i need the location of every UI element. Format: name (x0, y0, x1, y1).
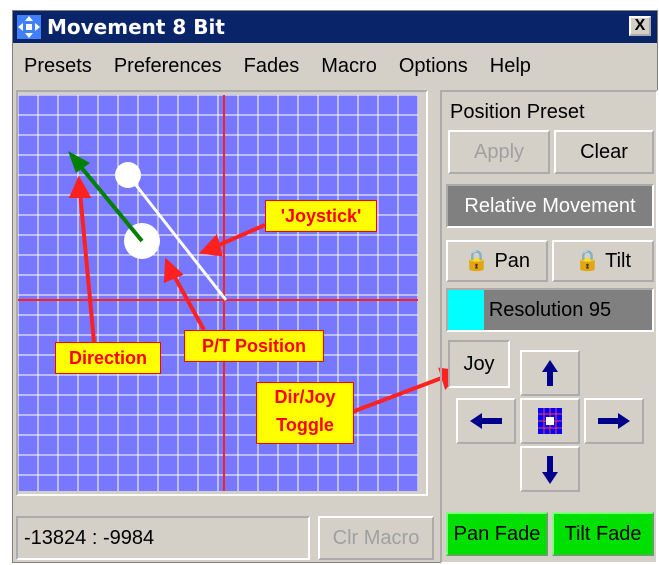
lock-icon: 🔒 (463, 250, 489, 272)
dir-joy-callout: Dir/Joy Toggle (256, 382, 354, 444)
apply-button[interactable]: Apply (448, 130, 550, 174)
resolution-label: Resolution 95 (488, 299, 612, 321)
clear-button[interactable]: Clear (554, 130, 654, 174)
resolution-slider[interactable]: Resolution 95 (446, 288, 654, 332)
clr-macro-button[interactable]: Clr Macro (318, 516, 434, 560)
joy-toggle-button[interactable]: Joy (448, 340, 510, 388)
arrow-up-icon (542, 360, 558, 386)
lock-icon: 🔒 (574, 250, 600, 272)
center-button[interactable] (520, 398, 580, 444)
down-button[interactable] (520, 446, 580, 492)
arrow-down-icon (542, 456, 558, 484)
tilt-lock-label: Tilt (605, 250, 632, 272)
tilt-fade-button[interactable]: Tilt Fade (552, 512, 654, 556)
tilt-lock-button[interactable]: 🔒 Tilt (552, 240, 654, 282)
center-grid-icon (538, 408, 562, 434)
pan-fade-button[interactable]: Pan Fade (446, 512, 548, 556)
pan-lock-label: Pan (494, 250, 531, 272)
relative-movement-button[interactable]: Relative Movement (446, 184, 654, 228)
dir-joy-callout-line2: Toggle (276, 415, 334, 435)
position-preset-label: Position Preset (450, 101, 585, 123)
direction-callout: Direction (55, 342, 161, 374)
right-button[interactable] (584, 398, 644, 444)
up-button[interactable] (520, 350, 580, 396)
arrow-right-icon (598, 413, 630, 429)
left-button[interactable] (456, 398, 516, 444)
joystick-callout: 'Joystick' (265, 200, 377, 232)
arrow-left-icon (470, 413, 502, 429)
pt-position-callout: P/T Position (184, 330, 324, 362)
dir-joy-callout-line1: Dir/Joy (274, 387, 336, 407)
pan-lock-button[interactable]: 🔒 Pan (446, 240, 548, 282)
coordinates-readout: -13824 : -9984 (16, 516, 310, 560)
